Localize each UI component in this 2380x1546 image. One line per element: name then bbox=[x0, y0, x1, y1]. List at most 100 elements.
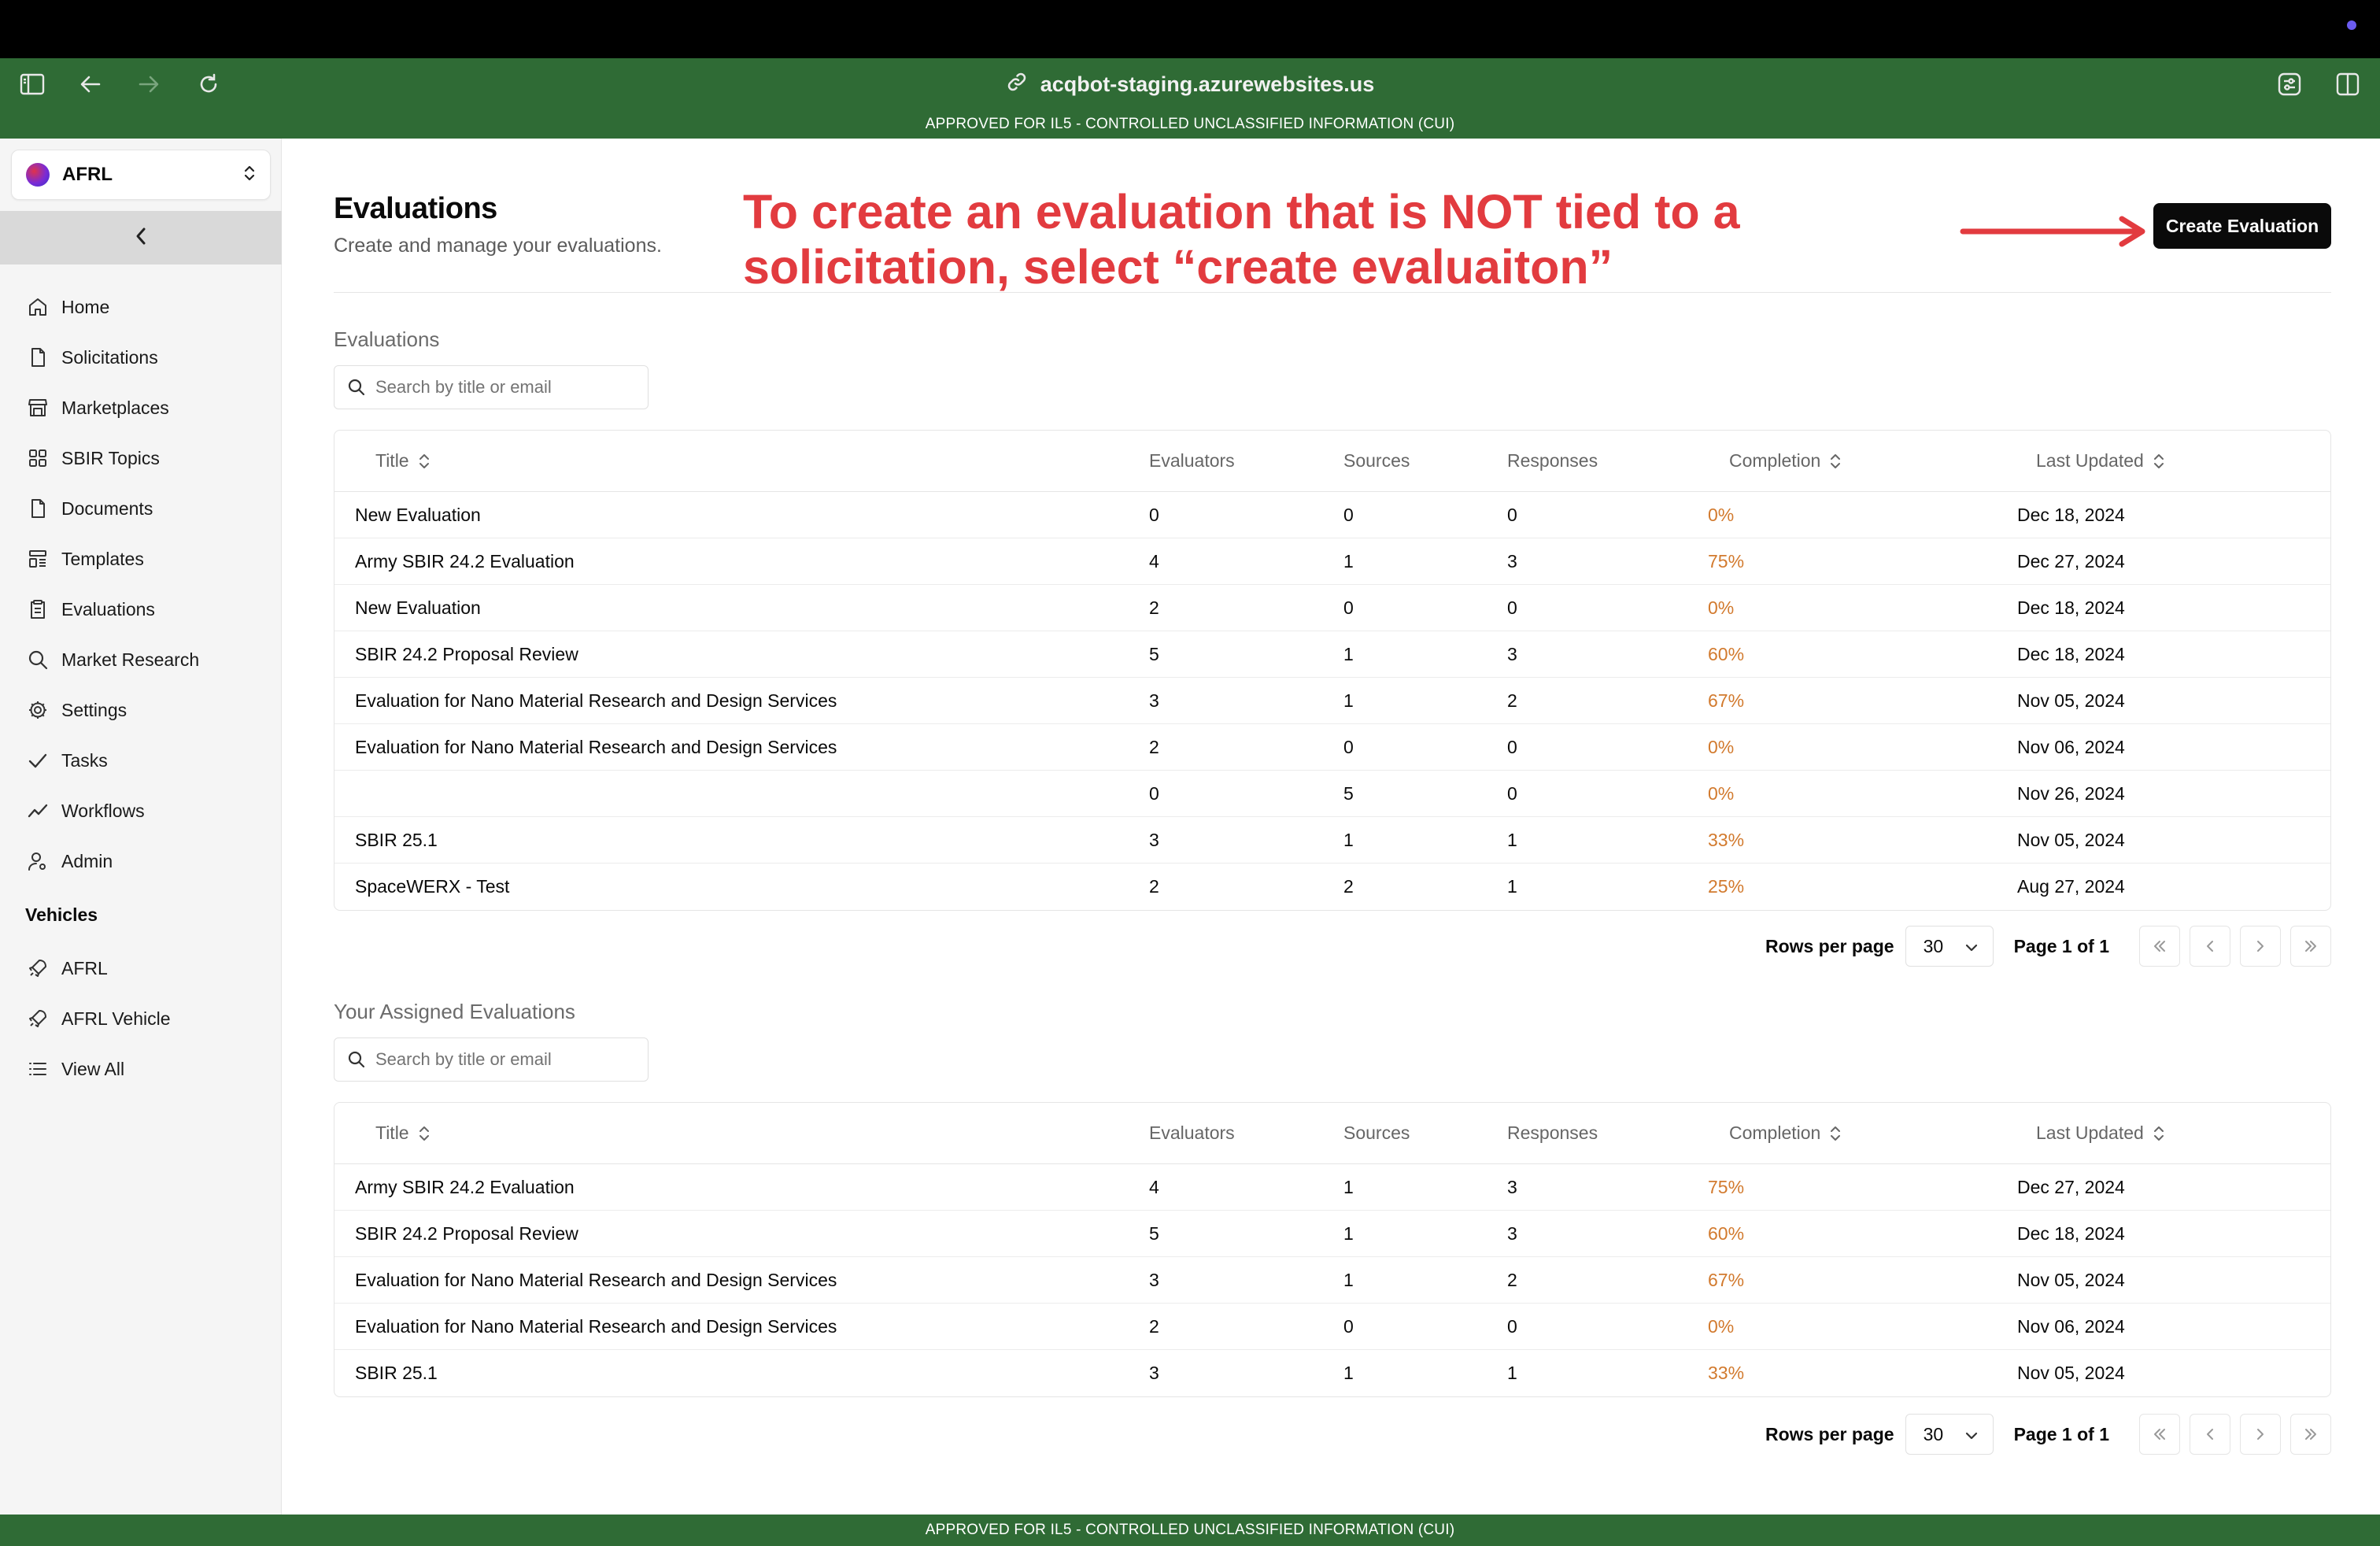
table-row[interactable]: SBIR 24.2 Proposal Review 5 1 3 60% Dec 18, 2… bbox=[334, 631, 2330, 678]
first-page-button[interactable] bbox=[2139, 926, 2180, 967]
sidebar-item-vehicle-afrl[interactable]: AFRL bbox=[0, 943, 282, 993]
rows-per-page-select[interactable]: 30 bbox=[1905, 1414, 1994, 1455]
status-dot bbox=[2347, 20, 2356, 30]
search-icon bbox=[28, 650, 48, 670]
table-row[interactable]: SBIR 25.1 3 1 1 33% Nov 05, 2024 bbox=[334, 817, 2330, 864]
prev-page-button[interactable] bbox=[2190, 1414, 2230, 1455]
sidebar-collapse-button[interactable] bbox=[0, 211, 282, 264]
table-row[interactable]: Evaluation for Nano Material Research an… bbox=[334, 724, 2330, 771]
sidebar-item-templates[interactable]: Templates bbox=[0, 534, 282, 584]
table-row[interactable]: Evaluation for Nano Material Research an… bbox=[334, 1304, 2330, 1350]
table-row[interactable]: Army SBIR 24.2 Evaluation 4 1 3 75% Dec 27, 2… bbox=[334, 1164, 2330, 1211]
page-info: Page 1 of 1 bbox=[2013, 935, 2109, 956]
create-evaluation-button[interactable]: Create Evaluation bbox=[2153, 203, 2331, 249]
rows-per-page-select[interactable]: 30 bbox=[1905, 926, 1994, 967]
cell-updated: Nov 05, 2024 bbox=[2017, 1269, 2125, 1290]
org-avatar bbox=[26, 163, 50, 187]
sidebar-item-sbir-topics[interactable]: SBIR Topics bbox=[0, 433, 282, 483]
sidebar-item-market-research[interactable]: Market Research bbox=[0, 634, 282, 685]
system-top-bar bbox=[0, 0, 2380, 58]
sidebar-item-view-all[interactable]: View All bbox=[0, 1044, 282, 1094]
split-view-icon[interactable] bbox=[2334, 71, 2361, 98]
address-bar[interactable]: acqbot-staging.azurewebsites.us bbox=[0, 71, 2380, 98]
next-page-button[interactable] bbox=[2240, 926, 2281, 967]
table-row[interactable]: Evaluation for Nano Material Research an… bbox=[334, 1257, 2330, 1304]
column-header-title[interactable]: Title bbox=[375, 1123, 431, 1144]
cell-title: SBIR 25.1 bbox=[355, 829, 438, 850]
cell-responses: 1 bbox=[1507, 829, 1517, 850]
cell-completion: 25% bbox=[1708, 876, 1745, 897]
cell-updated: Nov 05, 2024 bbox=[2017, 690, 2125, 711]
sidebar-item-tasks[interactable]: Tasks bbox=[0, 735, 282, 786]
sidebar-item-label: Market Research bbox=[61, 649, 200, 670]
sidebar-item-label: Admin bbox=[61, 850, 113, 871]
assigned-search-input[interactable] bbox=[375, 1049, 635, 1070]
table-row[interactable]: SBIR 24.2 Proposal Review 5 1 3 60% Dec 18, 2… bbox=[334, 1211, 2330, 1257]
cell-responses: 0 bbox=[1507, 782, 1517, 804]
sidebar-item-documents[interactable]: Documents bbox=[0, 483, 282, 534]
table-row[interactable]: SpaceWERX - Test 2 2 1 25% Aug 27, 2024 bbox=[334, 864, 2330, 910]
sidebar-item-label: Tasks bbox=[61, 749, 108, 771]
assigned-search[interactable] bbox=[334, 1037, 649, 1082]
cell-completion: 75% bbox=[1708, 1176, 1745, 1197]
sidebar-item-vehicle-afrl-vehicle[interactable]: AFRL Vehicle bbox=[0, 993, 282, 1044]
column-header-title[interactable]: Title bbox=[375, 450, 431, 472]
next-page-button[interactable] bbox=[2240, 1414, 2281, 1455]
sidebar-item-settings[interactable]: Settings bbox=[0, 685, 282, 735]
cell-evaluators: 2 bbox=[1149, 1315, 1159, 1337]
chevrons-right-icon bbox=[2305, 941, 2316, 952]
cell-evaluators: 2 bbox=[1149, 736, 1159, 757]
column-header-last-updated[interactable]: Last Updated bbox=[2036, 450, 2166, 472]
sidebar-item-evaluations[interactable]: Evaluations bbox=[0, 584, 282, 634]
column-header-last-updated[interactable]: Last Updated bbox=[2036, 1123, 2166, 1144]
column-header-label: Evaluators bbox=[1149, 1123, 1235, 1143]
cell-evaluators: 2 bbox=[1149, 876, 1159, 897]
table-row[interactable]: New Evaluation 2 0 0 0% Dec 18, 2024 bbox=[334, 585, 2330, 631]
cell-evaluators: 0 bbox=[1149, 782, 1159, 804]
header-divider bbox=[334, 292, 2331, 293]
chevron-right-icon bbox=[2257, 1429, 2264, 1440]
extensions-icon[interactable] bbox=[2276, 71, 2303, 98]
cell-updated: Nov 06, 2024 bbox=[2017, 1315, 2125, 1337]
column-header-label: Last Updated bbox=[2036, 450, 2144, 471]
prev-page-button[interactable] bbox=[2190, 926, 2230, 967]
column-header-label: Last Updated bbox=[2036, 1123, 2144, 1143]
column-header-completion[interactable]: Completion bbox=[1729, 450, 1842, 472]
chevrons-left-icon bbox=[2154, 1429, 2165, 1440]
table-row[interactable]: Army SBIR 24.2 Evaluation 4 1 3 75% Dec 27, 2… bbox=[334, 538, 2330, 585]
column-header-evaluators: Evaluators bbox=[1149, 1123, 1235, 1144]
cell-updated: Dec 18, 2024 bbox=[2017, 1222, 2125, 1244]
column-header-completion[interactable]: Completion bbox=[1729, 1123, 1842, 1144]
sidebar-item-marketplaces[interactable]: Marketplaces bbox=[0, 383, 282, 433]
cell-evaluators: 3 bbox=[1149, 1363, 1159, 1383]
last-page-button[interactable] bbox=[2290, 1414, 2331, 1455]
cell-responses: 3 bbox=[1507, 550, 1517, 571]
sidebar-item-label: AFRL bbox=[61, 957, 108, 978]
last-page-button[interactable] bbox=[2290, 926, 2331, 967]
table-row[interactable]: SBIR 25.1 3 1 1 33% Nov 05, 2024 bbox=[334, 1350, 2330, 1396]
sidebar-item-home[interactable]: Home bbox=[0, 282, 282, 332]
evaluations-search-input[interactable] bbox=[375, 377, 635, 398]
cell-responses: 0 bbox=[1507, 597, 1517, 618]
page-subtitle: Create and manage your evaluations. bbox=[334, 235, 662, 257]
cell-completion: 33% bbox=[1708, 1363, 1745, 1383]
sort-icon bbox=[419, 453, 429, 468]
cell-sources: 5 bbox=[1343, 782, 1354, 804]
chevron-right-icon bbox=[2257, 941, 2264, 952]
rocket-icon bbox=[29, 1010, 46, 1027]
instruction-annotation: To create an evaluation that is NOT tied… bbox=[743, 185, 1740, 294]
table-row[interactable]: 0 5 0 0% Nov 26, 2024 bbox=[334, 771, 2330, 817]
sidebar-item-workflows[interactable]: Workflows bbox=[0, 786, 282, 836]
cell-evaluators: 5 bbox=[1149, 643, 1159, 664]
cell-completion: 75% bbox=[1708, 550, 1745, 571]
sidebar-item-label: Marketplaces bbox=[61, 397, 169, 418]
first-page-button[interactable] bbox=[2139, 1414, 2180, 1455]
sidebar-item-admin[interactable]: Admin bbox=[0, 836, 282, 886]
org-switcher[interactable]: AFRL bbox=[11, 150, 271, 200]
table-row[interactable]: Evaluation for Nano Material Research an… bbox=[334, 678, 2330, 724]
sidebar-item-solicitations[interactable]: Solicitations bbox=[0, 332, 282, 383]
evaluations-search[interactable] bbox=[334, 365, 649, 409]
cell-responses: 3 bbox=[1507, 1176, 1517, 1197]
cell-evaluators: 5 bbox=[1149, 1222, 1159, 1244]
table-row[interactable]: New Evaluation 0 0 0 0% Dec 18, 2024 bbox=[334, 492, 2330, 538]
